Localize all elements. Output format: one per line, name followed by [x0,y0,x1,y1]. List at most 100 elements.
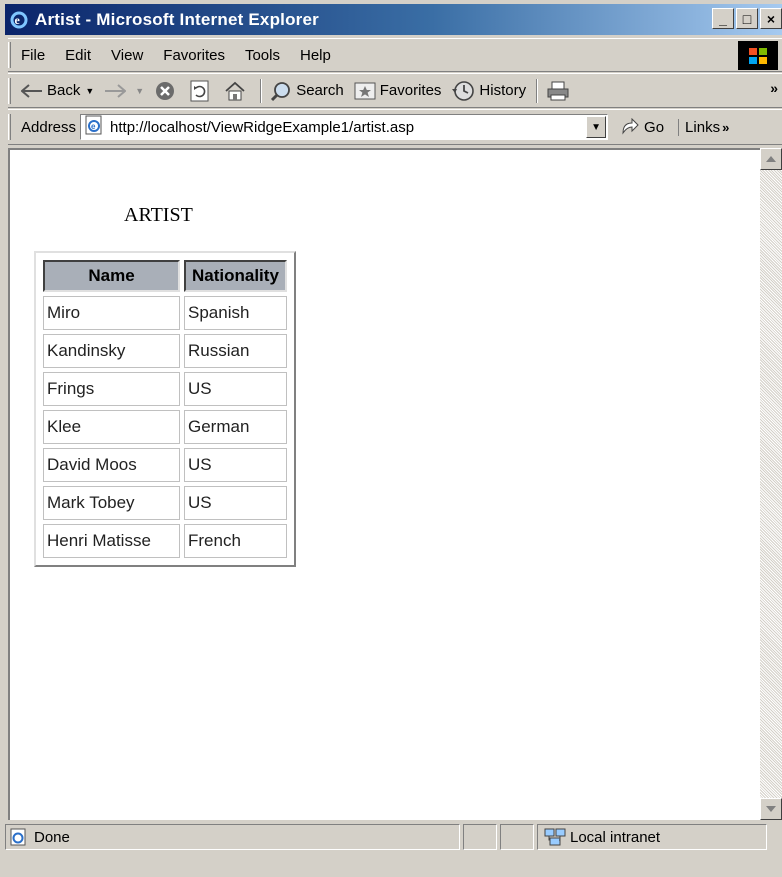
standard-toolbar: Back ▼ ▼ Search Favorites History » [8,73,782,108]
toolbar-grip[interactable] [8,114,11,140]
zone-panel: Local intranet [537,824,767,850]
refresh-icon [190,80,209,101]
print-icon [547,81,569,100]
status-security-cell [500,824,534,850]
back-arrow-icon [21,83,42,98]
artist-nationality-cell: Russian [184,334,287,368]
back-label: Back [47,82,81,99]
maximize-button[interactable]: □ [736,8,758,29]
column-header-nationality: Nationality [184,260,287,292]
status-progress-cell [463,824,497,850]
toolbar-overflow-chevron[interactable]: » [770,80,778,96]
home-button[interactable] [224,81,250,101]
artist-name-cell: Henri Matisse [43,524,180,558]
up-arrow-icon [766,156,776,162]
toolbar-grip[interactable] [8,42,11,68]
table-row: Mark Tobey US [43,486,287,520]
back-button[interactable]: Back ▼ [21,82,94,99]
artist-nationality-cell: Spanish [184,296,287,330]
artist-nationality-cell: US [184,486,287,520]
menu-edit[interactable]: Edit [65,47,91,64]
search-icon [271,81,291,101]
history-label: History [479,82,527,99]
links-button[interactable]: Links» [678,118,729,136]
svg-text:e: e [91,122,96,131]
artist-nationality-cell: US [184,448,287,482]
table-row: Henri Matisse French [43,524,287,558]
artist-name-cell: Kandinsky [43,334,180,368]
links-overflow-chevron[interactable]: » [722,120,729,135]
toolbar-separator [260,78,263,103]
artist-name-cell: Mark Tobey [43,486,180,520]
history-icon [452,80,475,101]
artist-table: Name Nationality Miro Spanish Kandinsky … [34,251,296,567]
artist-name-cell: Klee [43,410,180,444]
status-text: Done [34,828,70,846]
favorites-icon [354,82,376,99]
table-header-row: Name Nationality [43,260,287,292]
forward-button[interactable]: ▼ [104,83,144,98]
address-url: http://localhost/ViewRidgeExample1/artis… [110,118,415,136]
ie-logo-icon: e [9,10,29,30]
title-bar: e Artist - Microsoft Internet Explorer _… [5,4,782,35]
ie-page-icon [10,828,26,846]
table-row: Kandinsky Russian [43,334,287,368]
page-content: ARTIST Name Nationality Miro Spanish Kan… [8,148,760,820]
status-panel: Done [5,824,460,850]
favorites-label: Favorites [379,82,442,99]
vertical-scrollbar[interactable] [760,148,782,820]
refresh-button[interactable] [190,80,214,102]
column-header-name: Name [43,260,180,292]
menu-tools[interactable]: Tools [245,47,280,64]
menu-bar: File Edit View Favorites Tools Help [8,38,782,72]
close-button[interactable]: × [760,8,782,29]
forward-dropdown-icon[interactable]: ▼ [135,86,144,96]
ie-page-icon: e [84,115,104,139]
artist-nationality-cell: US [184,372,287,406]
home-icon [225,81,245,100]
artist-name-cell: Miro [43,296,180,330]
scroll-up-button[interactable] [760,148,782,170]
scroll-down-button[interactable] [760,798,782,820]
back-dropdown-icon[interactable]: ▼ [85,86,94,96]
table-row: Frings US [43,372,287,406]
browser-window: e Artist - Microsoft Internet Explorer _… [0,0,782,877]
go-label: Go [644,118,665,136]
menu-view[interactable]: View [111,47,143,64]
window-title: Artist - Microsoft Internet Explorer [35,9,319,29]
address-dropdown-button[interactable]: ▼ [586,116,607,138]
go-arrow-icon [622,118,639,135]
toolbar-grip[interactable] [8,77,11,104]
forward-arrow-icon [105,83,127,98]
artist-name-cell: David Moos [43,448,180,482]
menu-help[interactable]: Help [300,47,331,64]
stop-button[interactable] [154,80,180,102]
table-row: Miro Spanish [43,296,287,330]
down-arrow-icon [766,806,776,812]
svg-text:e: e [15,13,21,27]
print-button[interactable] [546,81,574,101]
local-intranet-icon [544,828,566,846]
stop-icon [156,81,175,100]
menu-favorites[interactable]: Favorites [163,47,225,64]
page-title: ARTIST [124,204,193,226]
status-bar: Done Local intranet [5,822,782,877]
favorites-button[interactable]: Favorites [354,81,442,101]
artist-name-cell: Frings [43,372,180,406]
zone-text: Local intranet [570,828,661,846]
address-input[interactable]: e http://localhost/ViewRidgeExample1/art… [80,114,609,140]
address-bar: Address e http://localhost/ViewRidgeExam… [8,109,782,145]
menu-file[interactable]: File [21,47,45,64]
links-label: Links [685,118,721,136]
artist-nationality-cell: French [184,524,287,558]
table-row: Klee German [43,410,287,444]
toolbar-separator [536,78,539,103]
address-label: Address [21,118,77,136]
table-row: David Moos US [43,448,287,482]
search-label: Search [296,82,344,99]
history-button[interactable]: History [451,80,526,102]
windows-logo-icon [738,41,778,70]
go-button[interactable]: Go [620,118,664,136]
search-button[interactable]: Search [270,80,344,102]
minimize-button[interactable]: _ [712,8,734,29]
